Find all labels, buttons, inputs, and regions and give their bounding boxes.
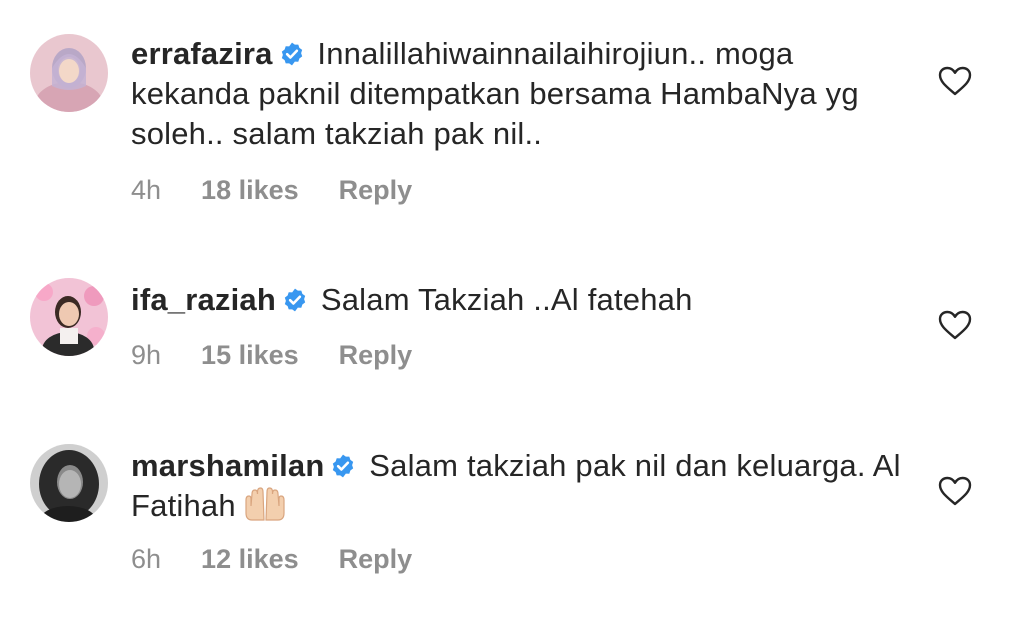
comment-likes[interactable]: 12 likes	[201, 544, 299, 574]
comment-item: marshamilan Salam takziah pak nil dan ke…	[0, 420, 1024, 628]
comment-meta: 6h 12 likes Reply	[131, 544, 452, 575]
comment-time: 4h	[131, 175, 162, 205]
comment-time: 9h	[131, 340, 162, 370]
avatar[interactable]	[30, 444, 108, 522]
comment-likes[interactable]: 18 likes	[201, 175, 299, 205]
comment-item: ifa_raziah Salam Takziah ..Al fatehah 9h…	[0, 230, 1024, 420]
verified-badge-icon	[282, 287, 308, 313]
comment-username[interactable]: ifa_raziah	[131, 282, 276, 317]
avatar[interactable]	[30, 34, 108, 112]
comment-item: errafazira Innalillahiwainnailaihirojiun…	[0, 0, 1024, 230]
comment-text: Salam Takziah ..Al fatehah	[320, 282, 693, 317]
raising-hands-icon	[242, 486, 288, 522]
heart-outline-icon[interactable]	[938, 476, 972, 506]
verified-badge-icon	[279, 41, 305, 67]
reply-button[interactable]: Reply	[339, 175, 413, 205]
comment-username[interactable]: marshamilan	[131, 448, 324, 483]
avatar[interactable]	[30, 278, 108, 356]
comment-text-block: errafazira Innalillahiwainnailaihirojiun…	[131, 34, 911, 154]
reply-button[interactable]: Reply	[339, 340, 413, 370]
comment-meta: 4h 18 likes Reply	[131, 175, 452, 206]
comment-text-block: marshamilan Salam takziah pak nil dan ke…	[131, 446, 911, 526]
comment-time: 6h	[131, 544, 162, 574]
comment-username[interactable]: errafazira	[131, 36, 273, 71]
verified-badge-icon	[330, 453, 356, 479]
reply-button[interactable]: Reply	[339, 544, 413, 574]
heart-outline-icon[interactable]	[938, 310, 972, 340]
comment-likes[interactable]: 15 likes	[201, 340, 299, 370]
comment-text-block: ifa_raziah Salam Takziah ..Al fatehah	[131, 280, 911, 320]
comment-meta: 9h 15 likes Reply	[131, 340, 452, 371]
heart-outline-icon[interactable]	[938, 66, 972, 96]
